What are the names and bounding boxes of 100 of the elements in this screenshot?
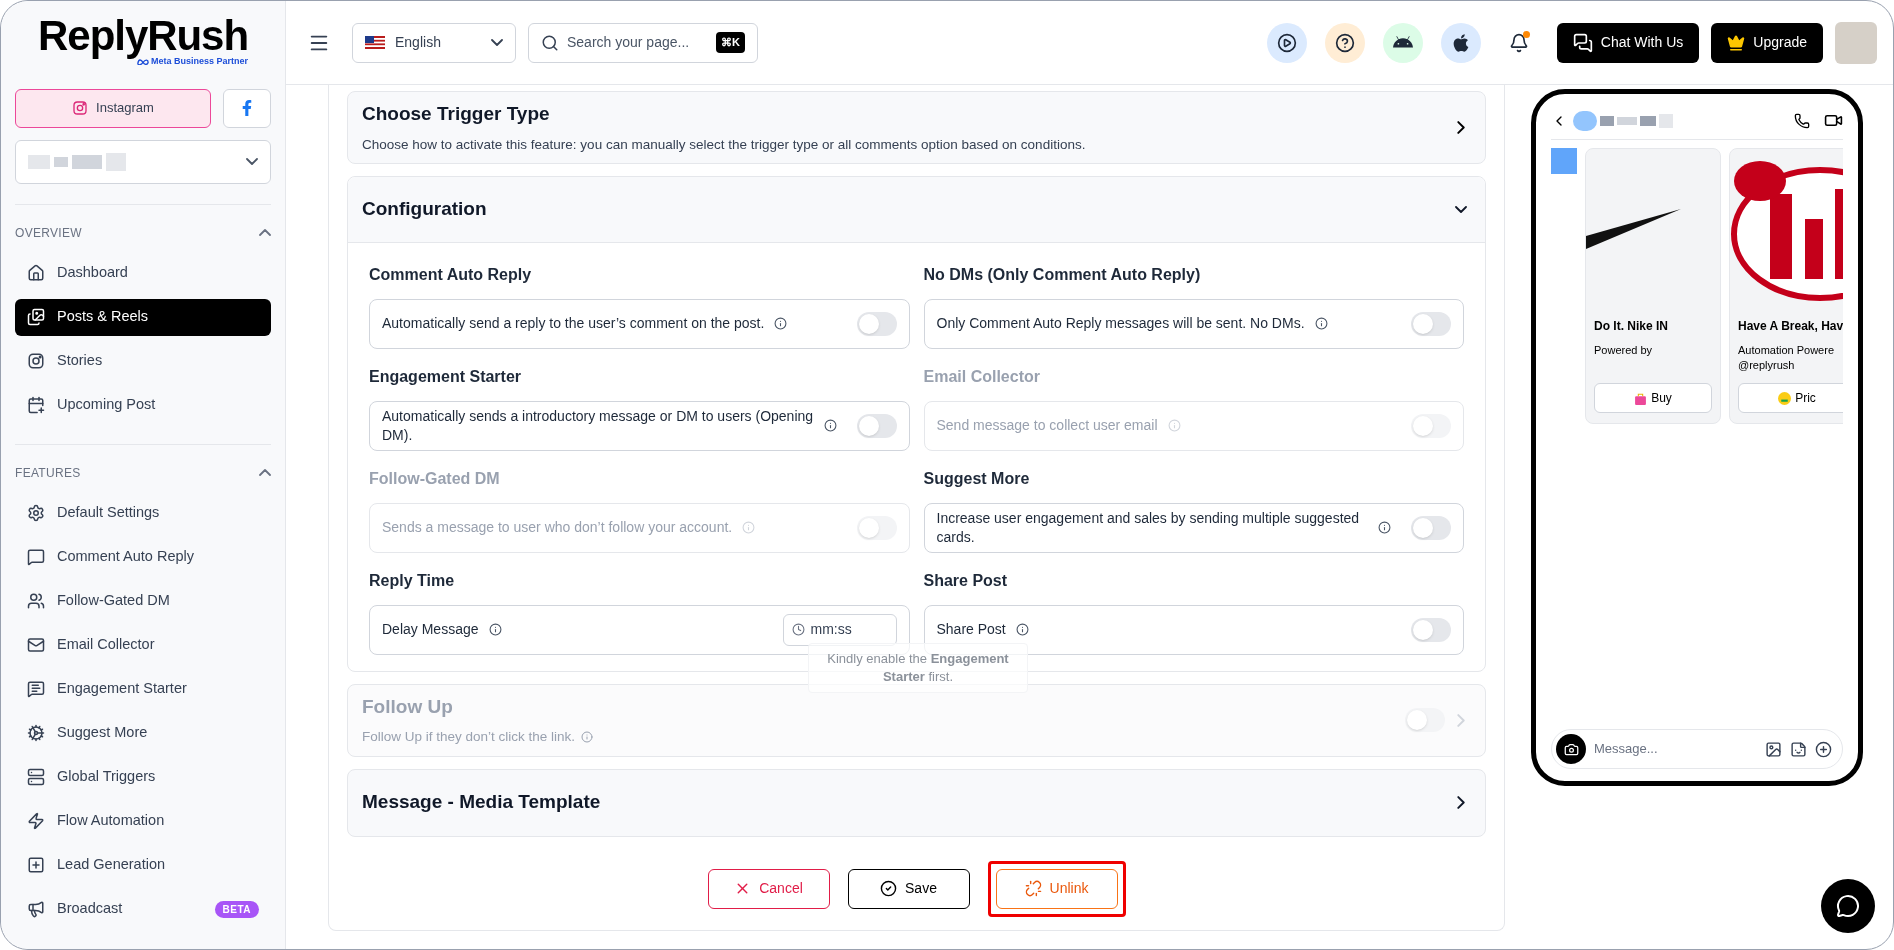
time-box[interactable]: mm:ss	[782, 613, 897, 646]
info-icon	[742, 521, 756, 535]
cancel-button[interactable]: Cancel	[707, 868, 830, 909]
setting-description: Delay Message	[382, 620, 479, 640]
chevron-up-icon	[259, 469, 271, 476]
help-button[interactable]	[1324, 22, 1365, 63]
sidebar-item[interactable]: Posts & Reels	[15, 298, 271, 336]
facebook-tab[interactable]	[223, 88, 271, 128]
camera-icon	[1563, 741, 1579, 757]
sidebar-item[interactable]: Dashboard	[15, 254, 271, 292]
camera-square-icon	[27, 352, 45, 370]
chat-button[interactable]: Chat With Us	[1556, 22, 1700, 63]
trigger-section[interactable]: Choose Trigger Type Choose how to activate this feature: you can manually select the trigger type or all comments option based on conditions.	[347, 91, 1486, 164]
toggle-switch[interactable]	[856, 413, 897, 438]
language-select[interactable]: English	[352, 22, 516, 63]
broken-link-icon	[1024, 880, 1042, 897]
megaphone-icon	[27, 900, 45, 918]
sidebar-item[interactable]: Comment Auto Reply	[15, 538, 271, 576]
shopping-bag-icon	[1634, 391, 1648, 405]
setting-title: Comment Auto Reply	[369, 264, 533, 285]
card-title: Do It. Nike IN	[1594, 318, 1669, 335]
chat-icon	[1572, 32, 1593, 53]
sidebar-item[interactable]: Flow Automation	[15, 802, 271, 840]
section-header[interactable]: OVERVIEW	[15, 220, 271, 245]
section-title: Follow Up	[362, 694, 454, 719]
image-icon	[1765, 740, 1782, 758]
sidebar-item[interactable]: Upcoming Post	[15, 386, 271, 424]
shortcut-key: ⌘K	[716, 32, 745, 53]
info-icon	[1015, 623, 1029, 637]
info-icon	[1314, 317, 1328, 331]
info-icon	[774, 317, 788, 331]
chevron-down-icon	[246, 158, 258, 165]
meta-logo-icon	[136, 58, 149, 65]
clock-icon	[791, 623, 805, 637]
chevron-right-icon	[1457, 120, 1465, 134]
instagram-tab[interactable]: Instagram	[15, 88, 211, 128]
setting-title: Follow-Gated DM	[369, 468, 501, 489]
setting-title: Suggest More	[923, 468, 1031, 489]
bell-icon	[1508, 32, 1529, 53]
avatar-placeholder[interactable]	[1835, 21, 1877, 64]
info-icon	[1378, 521, 1391, 535]
section-description: Follow Up if they don’t click the link.	[362, 728, 576, 747]
card-button[interactable]: Buy	[1594, 383, 1712, 413]
message-input[interactable]: Message...	[1594, 739, 1757, 759]
chat-bubble-button[interactable]	[1821, 879, 1875, 933]
message-icon	[27, 680, 45, 698]
toggle-switch[interactable]	[856, 311, 897, 336]
setting-description: Only Comment Auto Reply messages will be sent. No DMs.	[936, 314, 1305, 334]
setting-title: Reply Time	[369, 570, 456, 591]
people-icon	[27, 592, 45, 610]
info-icon	[488, 623, 502, 637]
help-icon	[1334, 32, 1355, 53]
setting-description: Sends a message to user who don’t follow your account.	[382, 518, 733, 538]
search-box[interactable]: Search your page... ⌘K	[528, 22, 758, 63]
tooltip: Kindly enable the Engagement Starter first.	[808, 642, 1028, 693]
unlink-button[interactable]: Unlink	[995, 868, 1118, 909]
toggle-switch[interactable]	[1411, 515, 1451, 540]
camera-button[interactable]	[1556, 734, 1586, 764]
setting-description: Increase user engagement and sales by sending multiple suggested cards.	[936, 508, 1361, 547]
home-icon	[27, 264, 45, 282]
sidebar-item[interactable]: Broadcast BETA	[15, 890, 271, 928]
blurred-avatar	[1551, 148, 1577, 174]
card-button[interactable]: Pric	[1738, 383, 1843, 413]
card-text: Automation Powere @replyrush	[1738, 343, 1835, 374]
time-field[interactable]: mm:ss	[810, 619, 891, 641]
sidebar-item[interactable]: Default Settings	[15, 494, 271, 532]
account-dropdown[interactable]	[15, 139, 271, 184]
setting-title: Email Collector	[923, 366, 1041, 387]
calendar-plus-icon	[27, 396, 45, 414]
chevron-down-icon	[491, 39, 503, 46]
sidebar-item[interactable]: Follow-Gated DM	[15, 582, 271, 620]
chevron-right-icon	[1457, 796, 1465, 809]
setting-description: Automatically sends a introductory message or DM to users (Opening DM).	[382, 406, 814, 445]
check-icon	[880, 880, 898, 897]
cog-icon	[27, 724, 45, 742]
instagram-icon	[72, 100, 89, 116]
logo-wordmark: ReplyRush	[38, 15, 248, 57]
section-description: Choose how to activate this feature: you can manually select the trigger type or all comments option based on conditions.	[362, 135, 1087, 154]
upgrade-button[interactable]: Upgrade	[1711, 22, 1823, 63]
section-title: Choose Trigger Type	[362, 102, 551, 126]
sidebar-item[interactable]: Stories	[15, 342, 271, 380]
sidebar-item[interactable]: Suggest More	[15, 714, 271, 752]
search-field[interactable]: Search your page...	[567, 32, 709, 53]
info-icon	[581, 731, 594, 744]
toggle-switch[interactable]	[1411, 311, 1451, 336]
sidebar-item[interactable]: Global Triggers	[15, 758, 271, 796]
sidebar-item[interactable]: Engagement Starter	[15, 670, 271, 708]
media-template-section[interactable]: Message - Media Template	[347, 768, 1486, 837]
section-header[interactable]: FEATURES	[15, 460, 271, 485]
save-button[interactable]: Save	[847, 868, 970, 909]
speech-bubble-icon	[27, 548, 45, 566]
configuration-header[interactable]: Configuration	[348, 176, 1485, 243]
chevron-right-icon	[1457, 713, 1465, 727]
chevron-up-icon	[259, 229, 271, 236]
mail-icon	[27, 636, 45, 654]
toggle-switch[interactable]	[1411, 617, 1451, 642]
sidebar-item[interactable]: Email Collector	[15, 626, 271, 664]
setting-title: No DMs (Only Comment Auto Reply)	[923, 264, 1202, 285]
sidebar-item[interactable]: Lead Generation	[15, 846, 271, 884]
play-icon	[1276, 32, 1297, 53]
